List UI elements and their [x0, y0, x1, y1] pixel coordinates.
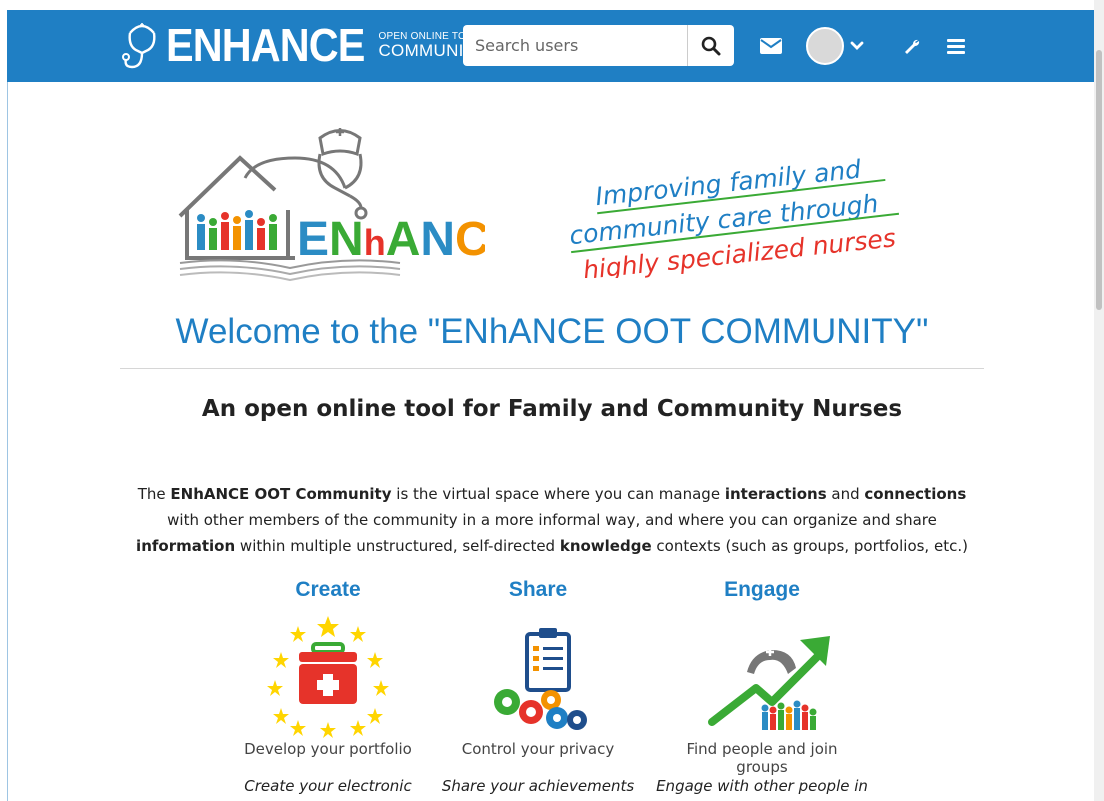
scrollbar[interactable] — [1094, 0, 1104, 801]
hero-logo-word: ENhANCE — [297, 213, 485, 266]
feature-more-text: Engage with other people in — [656, 777, 868, 795]
messages-button[interactable] — [754, 34, 788, 58]
search-box — [463, 25, 734, 66]
intro-bold: connections — [864, 485, 967, 503]
feature-title[interactable]: Share — [443, 578, 633, 606]
intro-text: within multiple unstructured, self-direc… — [235, 537, 560, 555]
tagline: Improving family and community care thro… — [568, 155, 900, 278]
intro-text: and — [826, 485, 865, 503]
feature-title[interactable]: Engage — [667, 578, 857, 606]
clipboard-gears-icon — [494, 628, 587, 730]
avatar — [806, 27, 844, 65]
divider — [120, 368, 984, 369]
intro-text: with other members of the community in a… — [167, 511, 937, 529]
enhance-logo: ENhANCE — [178, 128, 485, 282]
feature-more-text: Create your electronic — [244, 777, 412, 795]
user-menu-button[interactable] — [804, 26, 866, 66]
intro-bold: information — [136, 537, 236, 555]
feature-description: Develop your portfolio — [244, 740, 412, 758]
search-input[interactable] — [463, 25, 687, 66]
settings-button[interactable] — [900, 34, 924, 58]
site-logo[interactable]: ENHANCE OPEN ONLINE TOOL COMMUNITY — [120, 14, 486, 76]
feature-more-text: Share your achievements — [441, 777, 635, 795]
search-button[interactable] — [687, 25, 734, 66]
growth-arrow-icon — [708, 636, 830, 730]
feature-engage[interactable]: Engage Find people and join groups Engag… — [656, 578, 868, 795]
intro-text: is the virtual space where you can manag… — [391, 485, 725, 503]
search-icon — [701, 36, 721, 55]
feature-share[interactable]: Share Control your privacy Share your ac… — [442, 578, 634, 795]
brand-word: ENHANCE — [166, 19, 365, 71]
wrench-icon — [905, 39, 920, 54]
content-border — [7, 82, 8, 801]
intro-bold: ENhANCE OOT Community — [170, 485, 392, 503]
stethoscope-icon — [122, 23, 156, 69]
intro-bold: interactions — [724, 485, 827, 503]
intro-paragraph: The ENhANCE OOT Community is the virtual… — [120, 481, 984, 559]
page-subtitle: An open online tool for Family and Commu… — [201, 396, 903, 422]
envelope-icon — [760, 38, 782, 54]
feature-description: Control your privacy — [461, 740, 615, 758]
intro-text: The — [137, 485, 171, 503]
hamburger-menu-icon — [947, 39, 965, 54]
intro-bold: knowledge — [559, 537, 652, 555]
intro-text: contexts (such as groups, portfolios, et… — [651, 537, 968, 555]
toolbox-icon — [267, 616, 389, 738]
feature-create[interactable]: Create Develop your portfolio Create you… — [233, 578, 423, 795]
feature-description: Find people and join groups — [686, 740, 838, 776]
main-menu-button[interactable] — [944, 34, 968, 58]
chevron-down-icon — [850, 41, 864, 50]
scrollbar-thumb[interactable] — [1096, 50, 1102, 310]
welcome-title: Welcome to the "ENhANCE OOT COMMUNITY" — [175, 312, 929, 351]
feature-title[interactable]: Create — [233, 578, 423, 606]
